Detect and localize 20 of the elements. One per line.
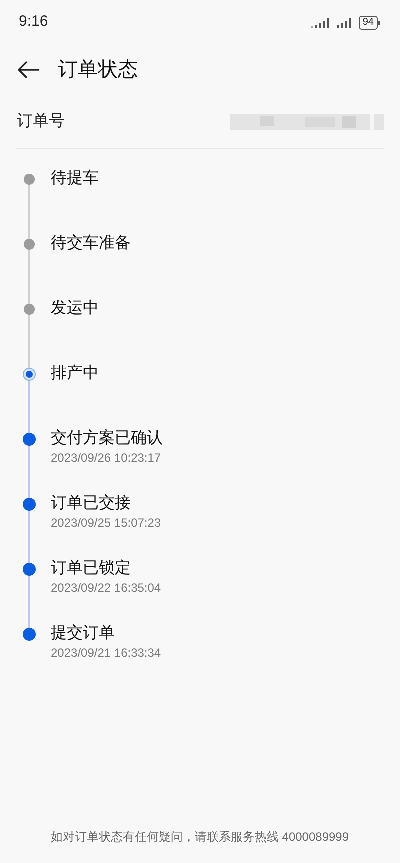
hotline-note: 如对订单状态有任何疑问，请联系服务热线 4000089999 xyxy=(50,829,350,846)
back-icon[interactable] xyxy=(18,61,40,79)
step-title: 交付方案已确认 xyxy=(51,429,163,449)
step-title: 排产中 xyxy=(51,364,99,384)
step-time: 2023/09/26 10:23:17 xyxy=(51,450,162,466)
order-number-label: 订单号 xyxy=(17,112,65,132)
signal-icon xyxy=(310,18,331,28)
step-title: 发运中 xyxy=(51,299,99,319)
step-title: 提交订单 xyxy=(51,624,116,644)
page-title: 订单状态 xyxy=(58,58,138,83)
step-title: 待提车 xyxy=(51,169,99,189)
step-title: 订单已锁定 xyxy=(51,559,132,579)
battery-icon: 94 xyxy=(358,16,380,30)
step-time: 2023/09/22 16:35:04 xyxy=(51,580,162,596)
step-time: 2023/09/21 16:33:34 xyxy=(51,645,162,661)
step-title: 订单已交接 xyxy=(51,494,132,514)
status-time: 9:16 xyxy=(19,12,48,32)
signal-icon xyxy=(336,18,353,28)
step-title: 待交车准备 xyxy=(51,234,131,254)
step-time: 2023/09/25 15:07:23 xyxy=(51,515,162,531)
